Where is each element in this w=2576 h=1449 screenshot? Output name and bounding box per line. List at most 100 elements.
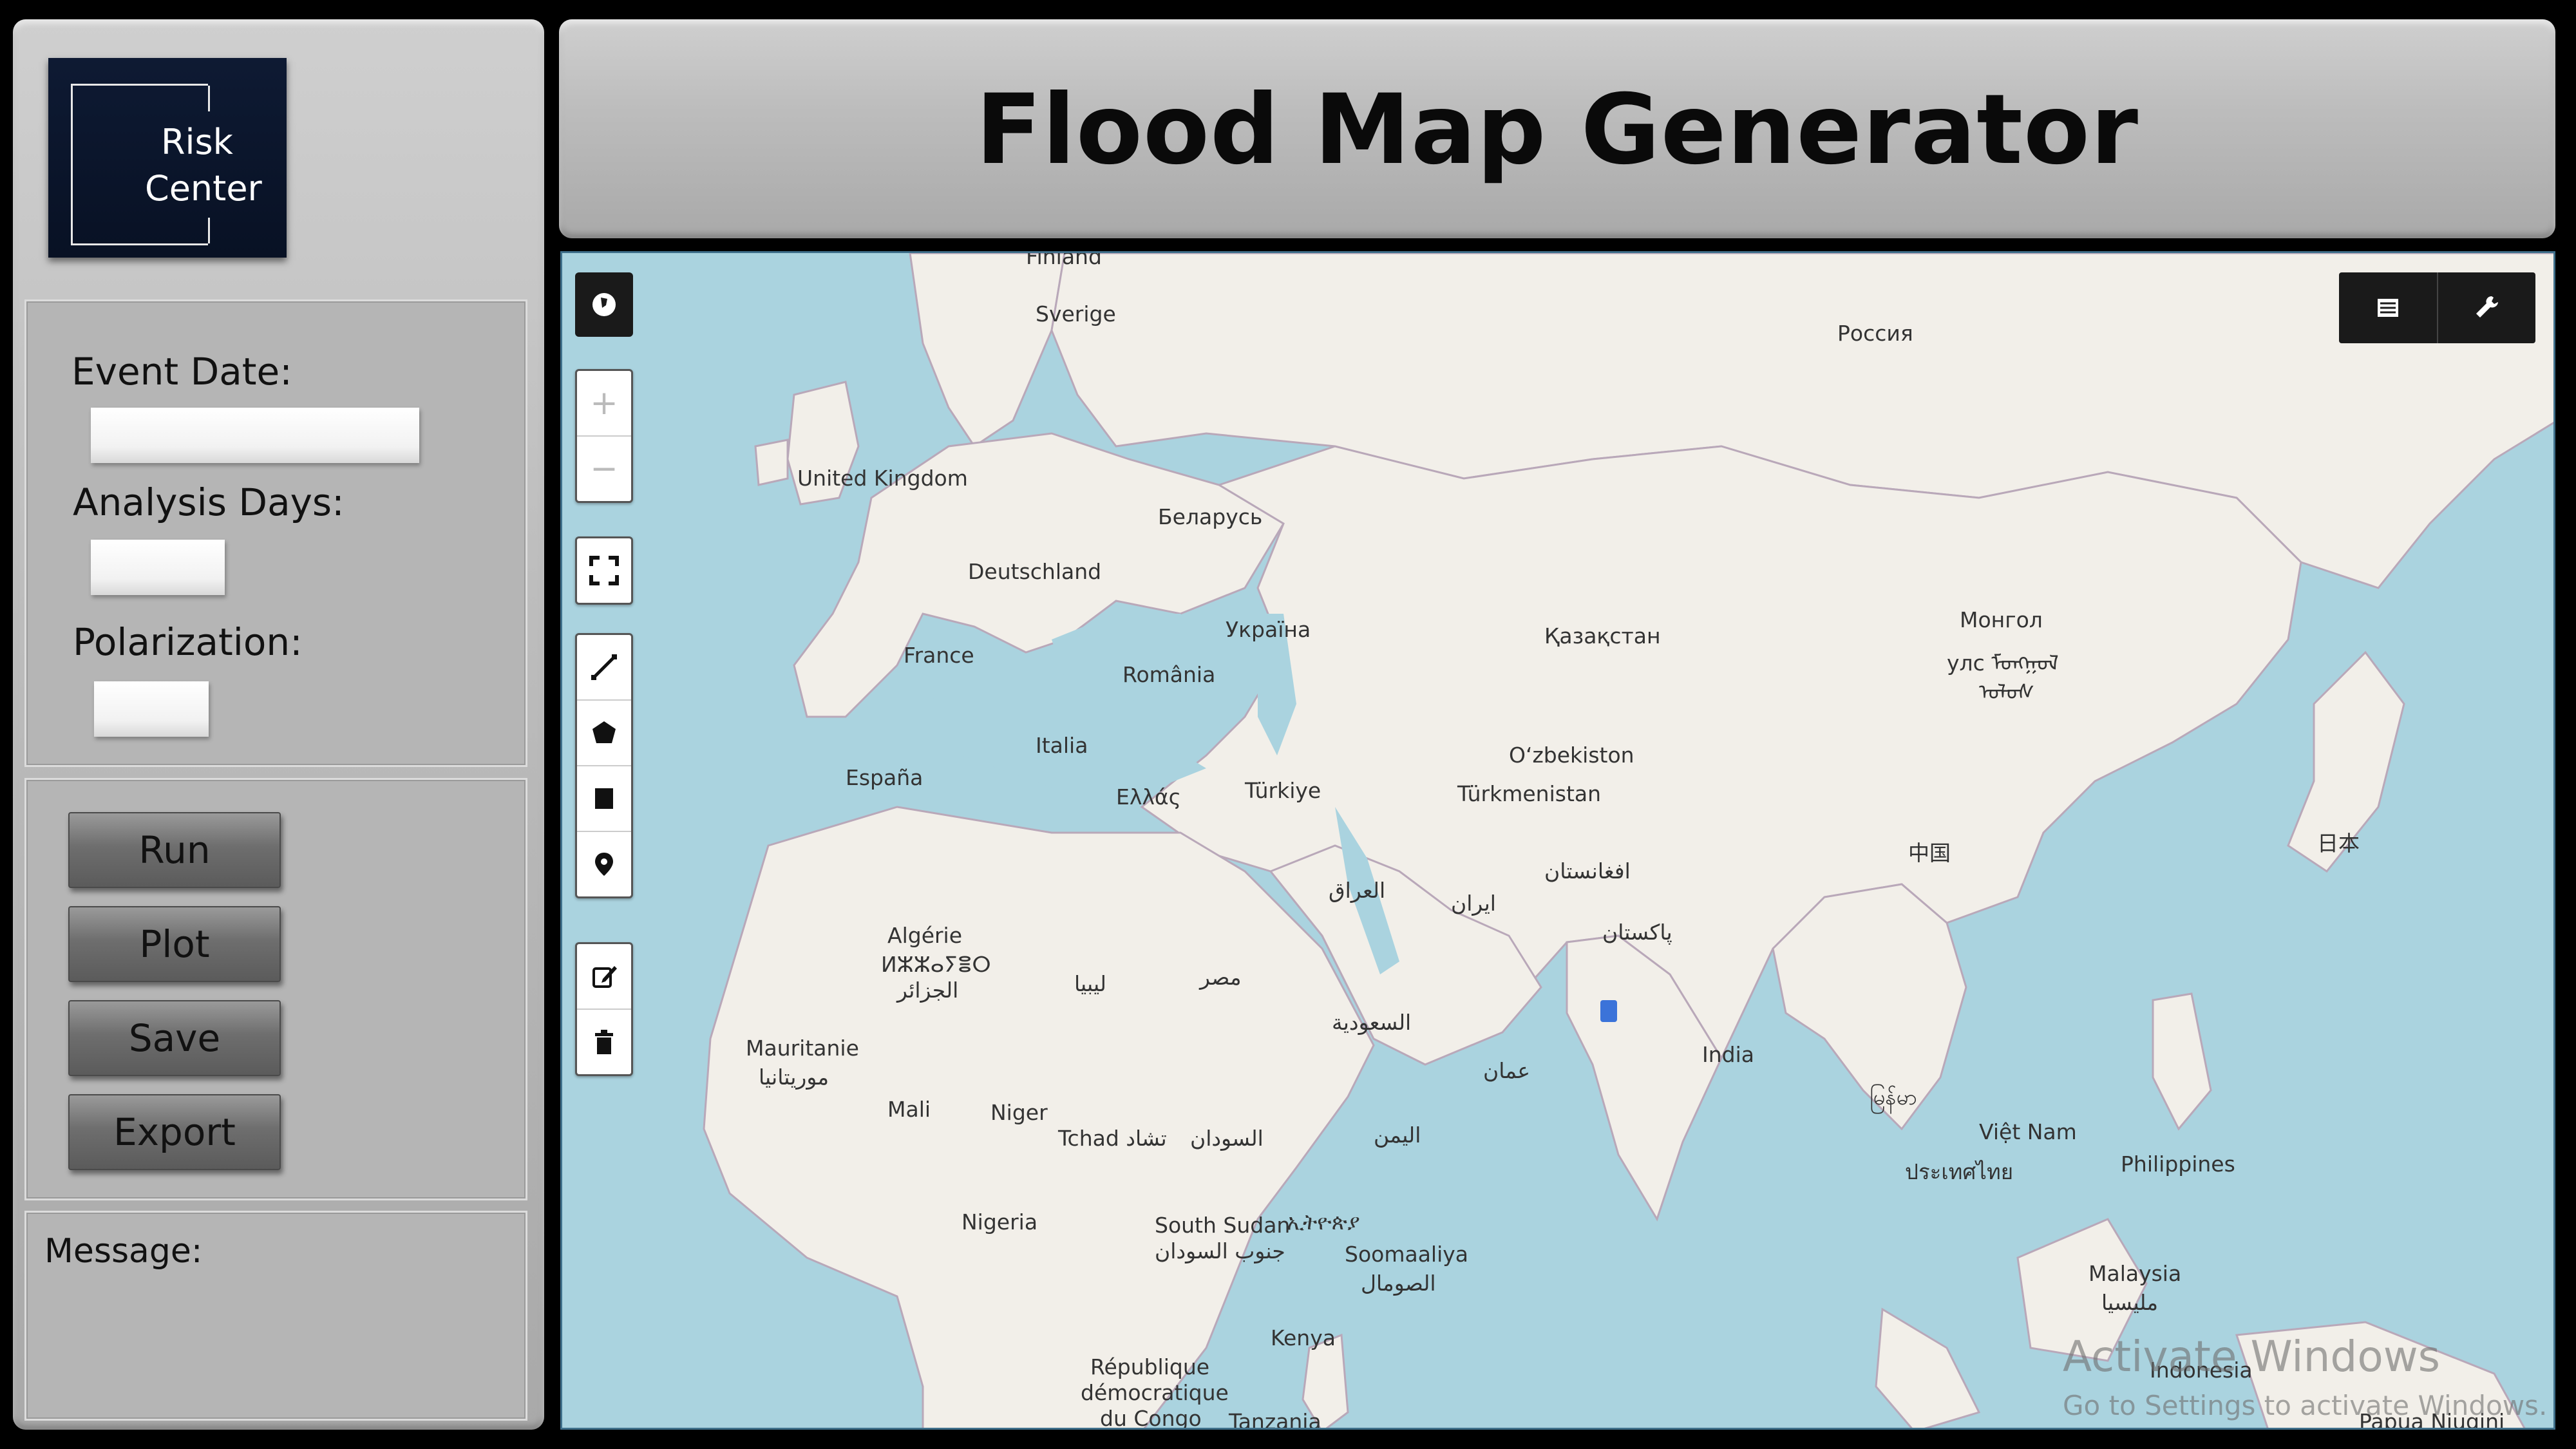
map-view[interactable]: Finland Sverige Россия United Kingdom Бе…	[560, 251, 2555, 1430]
globe-icon	[592, 293, 616, 316]
map-label: Tchad تشاد	[1058, 1126, 1167, 1151]
map-label: الجزائر	[897, 978, 959, 1003]
zoom-control: + −	[575, 369, 633, 503]
draw-rectangle-icon	[595, 788, 613, 809]
risk-center-logo: Risk Center	[48, 58, 287, 258]
map-label: Nigeria	[961, 1209, 1038, 1235]
activate-windows-hint: Go to Settings to activate Windows.	[2063, 1390, 2548, 1421]
layers-button[interactable]	[2339, 272, 2437, 343]
message-group: Message:	[24, 1211, 527, 1421]
map-label: السودان	[1190, 1126, 1264, 1151]
map-label: မြန်မာ	[1870, 1084, 1917, 1110]
polarization-input[interactable]	[94, 681, 209, 737]
locate-button[interactable]	[575, 272, 633, 337]
zoom-in-button[interactable]: +	[577, 371, 631, 437]
plot-button[interactable]: Plot	[68, 906, 281, 982]
map-label: 日本	[2317, 831, 2360, 856]
map-label: Россия	[1837, 321, 1913, 346]
map-label: مليسيا	[2101, 1290, 2159, 1315]
edit-icon	[592, 966, 617, 988]
map-label: ⵍⵣⵣⴰⵢⴻⵔ	[881, 952, 991, 977]
header: Flood Map Generator	[559, 19, 2555, 238]
event-date-input[interactable]	[91, 408, 419, 463]
map-label: ᠤᠯᠤᠰ	[1979, 679, 2035, 705]
message-label: Message:	[44, 1232, 203, 1271]
map-label: Malaysia	[2088, 1261, 2182, 1286]
map-label: الصومال	[1361, 1271, 1436, 1296]
delete-layers-button[interactable]	[577, 1010, 631, 1074]
map-label: موريتانيا	[759, 1065, 829, 1090]
map-label: پاکستان	[1602, 920, 1672, 945]
map-label: Finland	[1026, 251, 1102, 269]
map-label: Italia	[1036, 733, 1088, 758]
map-label: Қазақстан	[1544, 623, 1661, 649]
map-label: 中国	[1908, 840, 1951, 866]
draw-marker-icon	[595, 853, 613, 876]
map-label: Kenya	[1271, 1325, 1336, 1350]
map-label: افغانستان	[1544, 858, 1631, 884]
map-label: Беларусь	[1158, 504, 1263, 529]
run-button[interactable]: Run	[68, 812, 281, 888]
edit-layers-button[interactable]	[577, 944, 631, 1010]
polarization-label: Polarization:	[73, 620, 303, 664]
wrench-icon	[2476, 296, 2499, 317]
fullscreen-icon	[589, 556, 619, 585]
location-marker[interactable]	[1600, 1000, 1617, 1022]
map-label: Монгол	[1960, 607, 2043, 632]
map-label: Việt Nam	[1979, 1119, 2077, 1144]
map-label: مصر	[1200, 965, 1242, 990]
map-label: Türkiye	[1245, 778, 1321, 803]
actions-group: Run Plot Save Export	[24, 778, 527, 1200]
fullscreen-control	[575, 536, 633, 605]
map-label: Mauritanie	[746, 1036, 859, 1061]
map-label: Mali	[887, 1097, 931, 1122]
map-label: ประเทศไทย	[1905, 1159, 2014, 1184]
map-label: démocratique	[1081, 1380, 1229, 1405]
map-label: العراق	[1329, 878, 1386, 903]
map-label: ኢትዮጵያ	[1287, 1209, 1360, 1235]
map-label: ایران	[1451, 891, 1496, 916]
page-title: Flood Map Generator	[976, 74, 2139, 186]
edit-toolbar	[575, 942, 633, 1076]
map-label: Türkmenistan	[1457, 781, 1602, 806]
draw-polygon-button[interactable]	[577, 701, 631, 766]
map-label: O‘zbekiston	[1509, 743, 1634, 768]
save-button[interactable]: Save	[68, 1000, 281, 1076]
fullscreen-button[interactable]	[577, 538, 631, 603]
map-label: السعودية	[1332, 1010, 1412, 1035]
map-label: France	[904, 643, 974, 668]
map-label: South Sudan	[1155, 1213, 1291, 1238]
map-label: du Congo	[1100, 1406, 1202, 1430]
map-label: Soomaaliya	[1345, 1242, 1469, 1267]
draw-marker-button[interactable]	[577, 832, 631, 896]
map-label: Sverige	[1036, 301, 1116, 327]
map-label: România	[1122, 662, 1216, 687]
settings-button[interactable]	[2436, 272, 2536, 343]
export-button[interactable]: Export	[68, 1094, 281, 1170]
map-label: España	[846, 765, 923, 790]
layers-icon	[2377, 299, 2398, 317]
draw-rectangle-button[interactable]	[577, 766, 631, 832]
map-label: India	[1702, 1042, 1754, 1067]
map-label: United Kingdom	[797, 466, 968, 491]
draw-polygon-icon	[592, 721, 616, 743]
map-label: Tanzania	[1229, 1409, 1321, 1430]
map-label: ليبيا	[1074, 971, 1106, 996]
map-land	[703, 253, 2553, 1428]
analysis-days-label: Analysis Days:	[73, 480, 345, 524]
map-label: Deutschland	[968, 559, 1102, 584]
analysis-days-input[interactable]	[91, 540, 225, 595]
draw-line-button[interactable]	[577, 635, 631, 701]
parameters-group: Event Date: Analysis Days: Polarization:	[24, 299, 527, 767]
activate-windows-watermark: Activate Windows	[2063, 1332, 2441, 1381]
logo-line-2: Center	[145, 168, 262, 209]
logo-text: Risk Center	[145, 119, 274, 212]
map-label: عمان	[1483, 1058, 1531, 1083]
logo-line-1: Risk	[161, 122, 233, 162]
zoom-out-button[interactable]: −	[577, 437, 631, 501]
map-label: اليمن	[1374, 1122, 1421, 1148]
map-label: Україна	[1226, 617, 1311, 642]
left-panel: Risk Center Event Date: Analysis Days: P…	[13, 19, 544, 1430]
map-label: جنوب السودان	[1155, 1238, 1285, 1264]
map-label: Algérie	[887, 923, 963, 948]
